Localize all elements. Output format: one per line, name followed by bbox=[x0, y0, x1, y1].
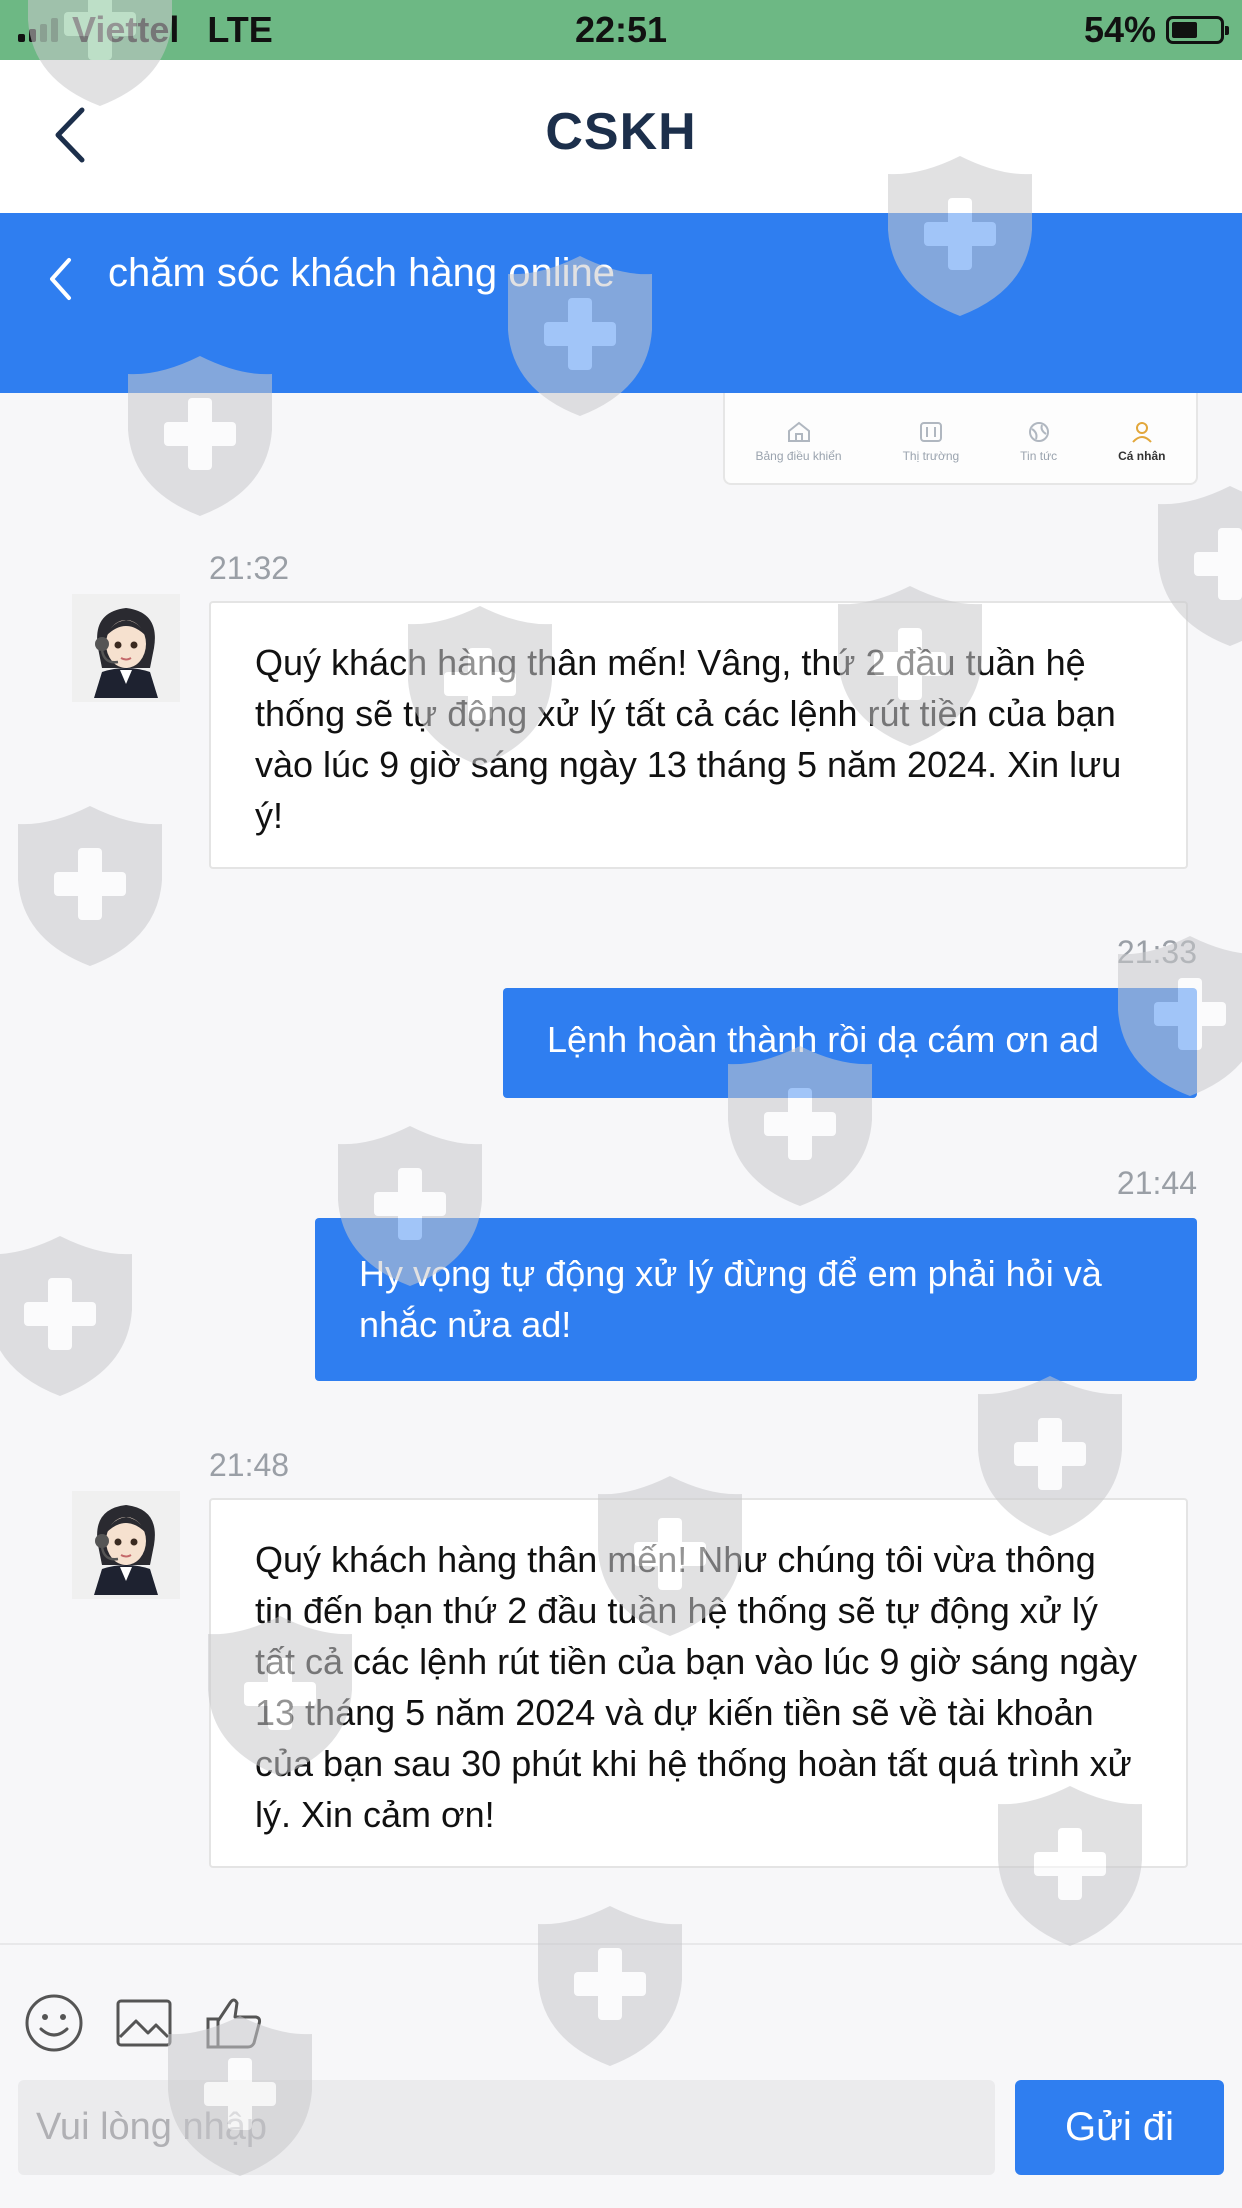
message-text: Quý khách hàng thân mến! Như chúng tôi v… bbox=[255, 1539, 1138, 1835]
composer: Gửi đi bbox=[0, 1943, 1242, 2208]
message-text: Quý khách hàng thân mến! Vâng, thứ 2 đầu… bbox=[255, 642, 1122, 836]
snippet-tab-label: Thị trường bbox=[902, 449, 960, 463]
agent-avatar-image bbox=[94, 608, 158, 698]
message-time: 21:48 bbox=[209, 1447, 290, 1483]
battery-icon bbox=[1166, 16, 1229, 44]
snippet-tab-profile: Cá nhân bbox=[1118, 421, 1165, 463]
message-time: 21:44 bbox=[1116, 1165, 1197, 1201]
status-left: Viettel LTE bbox=[18, 9, 273, 51]
snippet-tab-label: Cá nhân bbox=[1118, 449, 1166, 463]
screenshot-snippet: Bảng điều khiển Thị trường Tin tức Cá nh… bbox=[723, 393, 1198, 485]
snippet-tab-dashboard: Bảng điều khiển bbox=[756, 421, 842, 463]
status-time: 22:51 bbox=[574, 9, 668, 50]
thumbs-up-icon[interactable] bbox=[202, 1991, 266, 2055]
snippet-tab-label: Bảng điều khiển bbox=[755, 449, 842, 463]
outgoing-message: Lệnh hoàn thành rồi dạ cám ơn ad bbox=[503, 988, 1197, 1098]
battery-fill bbox=[1172, 22, 1197, 38]
chevron-left-icon bbox=[50, 258, 71, 300]
snippet-tab-news: Tin tức bbox=[1020, 421, 1057, 463]
snippet-tab-market: Thị trường bbox=[902, 421, 960, 463]
agent-avatar bbox=[72, 1491, 180, 1599]
image-icon[interactable] bbox=[112, 1991, 176, 2055]
globe-icon bbox=[1028, 422, 1049, 442]
network-label: LTE bbox=[207, 9, 273, 50]
page-title: CSKH bbox=[545, 103, 697, 161]
home-icon bbox=[787, 421, 810, 442]
agent-avatar bbox=[72, 594, 180, 702]
carrier-label: Viettel bbox=[72, 9, 180, 50]
chat-area[interactable]: Bảng điều khiển Thị trường Tin tức Cá nh… bbox=[0, 393, 1242, 1943]
user-icon bbox=[1132, 422, 1152, 443]
sliders-icon bbox=[919, 422, 942, 442]
chat-back-button[interactable] bbox=[36, 249, 86, 309]
message-input[interactable] bbox=[18, 2080, 995, 2175]
chat-header-title: chăm sóc khách hàng online bbox=[108, 251, 615, 295]
message-time: 21:32 bbox=[209, 550, 290, 586]
status-bar: Viettel LTE 22:51 54% bbox=[0, 0, 1242, 60]
message-text: Lệnh hoàn thành rồi dạ cám ơn ad bbox=[547, 1019, 1100, 1060]
signal-icon bbox=[18, 18, 58, 42]
incoming-message: Quý khách hàng thân mến! Vâng, thứ 2 đầu… bbox=[209, 601, 1188, 869]
agent-avatar-image bbox=[94, 1505, 158, 1595]
message-time: 21:33 bbox=[1116, 934, 1197, 970]
chat-header: chăm sóc khách hàng online bbox=[0, 213, 1242, 393]
snippet-tab-label: Tin tức bbox=[1020, 449, 1058, 463]
outgoing-message: Hy vọng tự động xử lý đừng để em phải hỏ… bbox=[315, 1218, 1197, 1381]
send-button[interactable]: Gửi đi bbox=[1015, 2080, 1224, 2175]
incoming-message: Quý khách hàng thân mến! Như chúng tôi v… bbox=[209, 1498, 1188, 1868]
status-right: 54% bbox=[1083, 9, 1229, 51]
message-text: Hy vọng tự động xử lý đừng để em phải hỏ… bbox=[359, 1253, 1102, 1345]
nav-bar: CSKH bbox=[0, 60, 1242, 213]
emoji-icon[interactable] bbox=[22, 1991, 86, 2055]
battery-percent: 54% bbox=[1083, 9, 1156, 50]
